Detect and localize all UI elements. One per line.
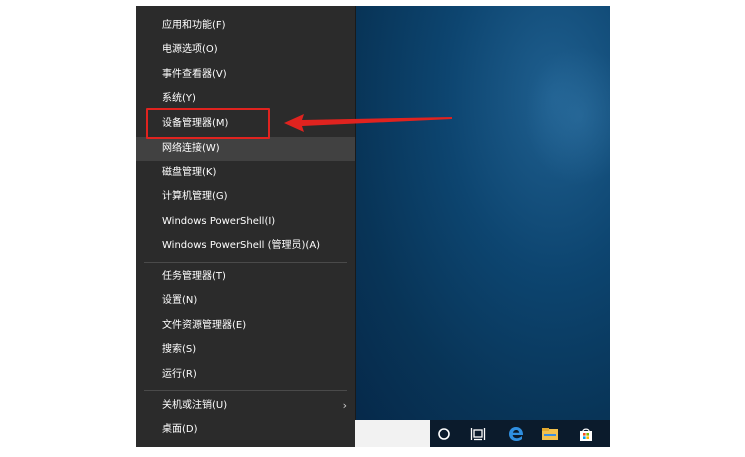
menu-item-powershell-admin[interactable]: Windows PowerShell (管理员)(A)	[136, 234, 355, 258]
desktop-wallpaper	[355, 6, 610, 420]
winx-context-menu: 应用和功能(F) 电源选项(O) 事件查看器(V) 系统(Y) 设备管理器(M)…	[136, 6, 355, 447]
file-explorer-icon[interactable]	[536, 420, 564, 447]
menu-item-file-explorer[interactable]: 文件资源管理器(E)	[136, 314, 355, 338]
edge-browser-icon[interactable]	[502, 420, 530, 447]
menu-separator	[144, 390, 347, 391]
menu-item-network-connections[interactable]: 网络连接(W)	[136, 137, 355, 161]
screenshot-stage: 应用和功能(F) 电源选项(O) 事件查看器(V) 系统(Y) 设备管理器(M)…	[0, 0, 745, 457]
taskbar	[430, 420, 610, 447]
chevron-right-icon: ›	[342, 399, 347, 412]
menu-item-task-manager[interactable]: 任务管理器(T)	[136, 265, 355, 289]
menu-item-disk-management[interactable]: 磁盘管理(K)	[136, 161, 355, 185]
store-icon[interactable]	[572, 420, 600, 447]
menu-item-computer-management[interactable]: 计算机管理(G)	[136, 185, 355, 209]
cortana-circle-icon[interactable]	[430, 420, 458, 447]
taskbar-search-box[interactable]	[355, 420, 430, 447]
menu-item-apps-features[interactable]: 应用和功能(F)	[136, 14, 355, 38]
menu-item-run[interactable]: 运行(R)	[136, 363, 355, 387]
wallpaper-light-glow	[525, 46, 610, 186]
menu-separator	[144, 262, 347, 263]
menu-item-powershell[interactable]: Windows PowerShell(I)	[136, 210, 355, 234]
task-view-icon[interactable]	[464, 420, 492, 447]
menu-item-event-viewer[interactable]: 事件查看器(V)	[136, 63, 355, 87]
annotation-highlight-box	[146, 108, 270, 139]
menu-item-shutdown-signout[interactable]: 关机或注销(U) ›	[136, 394, 355, 418]
menu-item-label: 关机或注销(U)	[162, 400, 228, 411]
menu-item-search[interactable]: 搜索(S)	[136, 338, 355, 362]
menu-item-power-options[interactable]: 电源选项(O)	[136, 38, 355, 62]
menu-item-desktop[interactable]: 桌面(D)	[136, 418, 355, 442]
menu-item-settings[interactable]: 设置(N)	[136, 289, 355, 313]
annotation-arrow	[284, 114, 452, 132]
